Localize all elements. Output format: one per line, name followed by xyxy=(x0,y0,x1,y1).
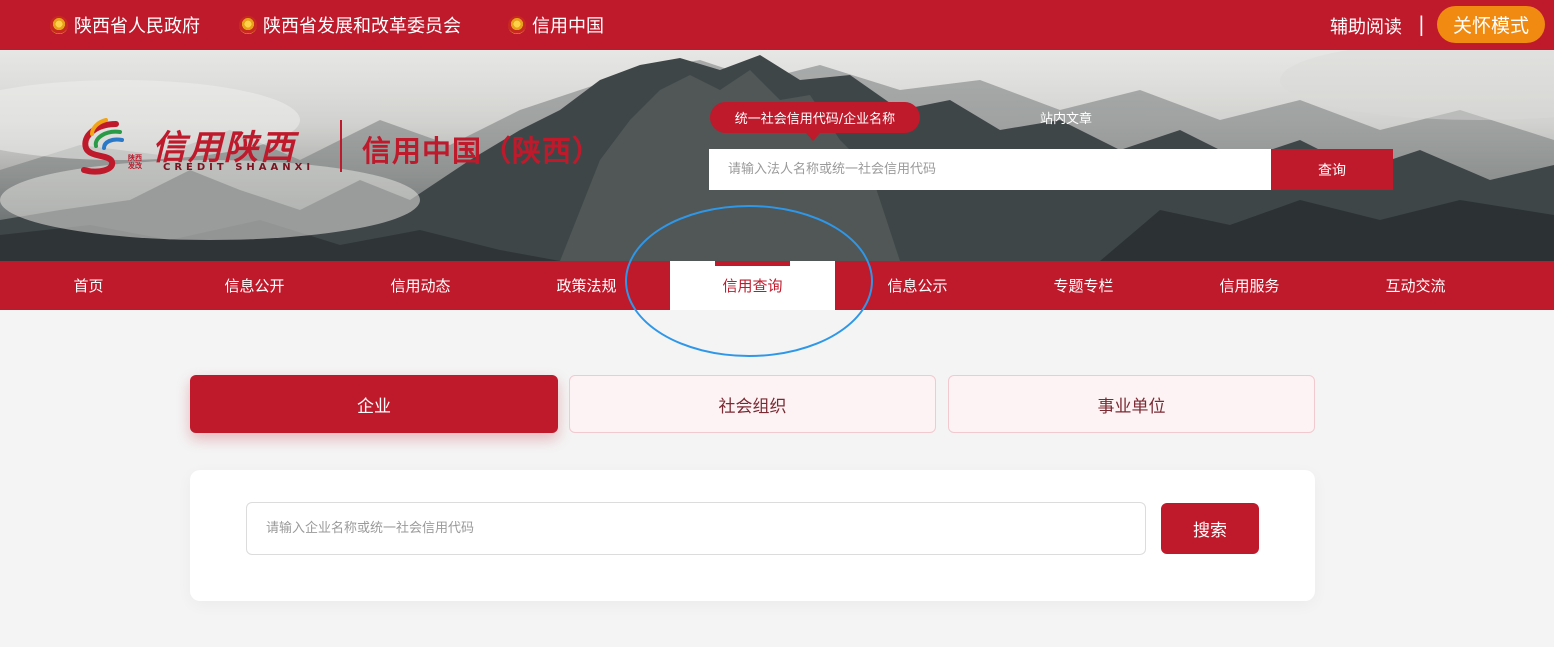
main-nav: 首页 信息公开 信用动态 政策法规 信用查询 信息公示 专题专栏 信用服务 互动… xyxy=(0,261,1554,310)
nav-item-interaction[interactable]: 互动交流 xyxy=(1333,261,1498,310)
nav-item-info-disclosure[interactable]: 信息公开 xyxy=(172,261,337,310)
logo-english: CREDIT SHAANXI xyxy=(163,162,315,173)
national-emblem-icon xyxy=(50,16,68,34)
care-mode-button[interactable]: 关怀模式 xyxy=(1437,6,1545,43)
search-tab-pointer xyxy=(806,133,820,141)
site-title: 信用中国（陕西） xyxy=(362,134,603,168)
query-tab-public-institution[interactable]: 事业单位 xyxy=(948,375,1315,433)
link-shaanxi-ndrc[interactable]: 陕西省发展和改革委员会 xyxy=(239,13,461,37)
header-search-button[interactable]: 查询 xyxy=(1271,149,1393,190)
assist-reading-button[interactable]: 辅助阅读 xyxy=(1330,13,1402,39)
nav-item-credit-services[interactable]: 信用服务 xyxy=(1167,261,1332,310)
link-shaanxi-ndrc-label: 陕西省发展和改革委员会 xyxy=(263,16,461,37)
link-credit-china-label: 信用中国 xyxy=(532,16,604,37)
search-card: 搜索 xyxy=(190,470,1315,601)
search-tab-site-articles[interactable]: 站内文章 xyxy=(1010,102,1122,133)
national-emblem-icon xyxy=(239,16,257,34)
search-tab-credit-code[interactable]: 统一社会信用代码/企业名称 xyxy=(710,102,920,133)
topbar-separator: | xyxy=(1418,12,1425,36)
header-search-input[interactable] xyxy=(709,149,1271,190)
nav-item-credit-news[interactable]: 信用动态 xyxy=(338,261,503,310)
query-tab-social-org[interactable]: 社会组织 xyxy=(569,375,936,433)
enterprise-search-input[interactable] xyxy=(246,502,1146,555)
nav-item-home[interactable]: 首页 xyxy=(6,261,171,310)
nav-item-info-publicity[interactable]: 信息公示 xyxy=(835,261,1000,310)
logo-divider xyxy=(340,120,342,172)
national-emblem-icon xyxy=(508,16,526,34)
nav-item-special-topics[interactable]: 专题专栏 xyxy=(1001,261,1166,310)
query-tab-enterprise[interactable]: 企业 xyxy=(190,375,558,433)
logo-mini-text: 陕西发改 xyxy=(128,154,142,170)
nav-item-credit-query[interactable]: 信用查询 xyxy=(670,261,835,310)
header-banner: 信用陕西 陕西发改 CREDIT SHAANXI 信用中国（陕西） 统一社会信用… xyxy=(0,50,1554,261)
top-bar: 陕西省人民政府 陕西省发展和改革委员会 信用中国 辅助阅读 | 关怀模式 xyxy=(0,0,1554,50)
nav-item-policies[interactable]: 政策法规 xyxy=(504,261,669,310)
link-credit-china[interactable]: 信用中国 xyxy=(508,13,604,37)
link-shaanxi-gov[interactable]: 陕西省人民政府 xyxy=(50,13,200,37)
credit-shaanxi-logo-icon xyxy=(81,118,124,175)
enterprise-search-button[interactable]: 搜索 xyxy=(1161,503,1259,554)
link-shaanxi-gov-label: 陕西省人民政府 xyxy=(74,16,200,37)
